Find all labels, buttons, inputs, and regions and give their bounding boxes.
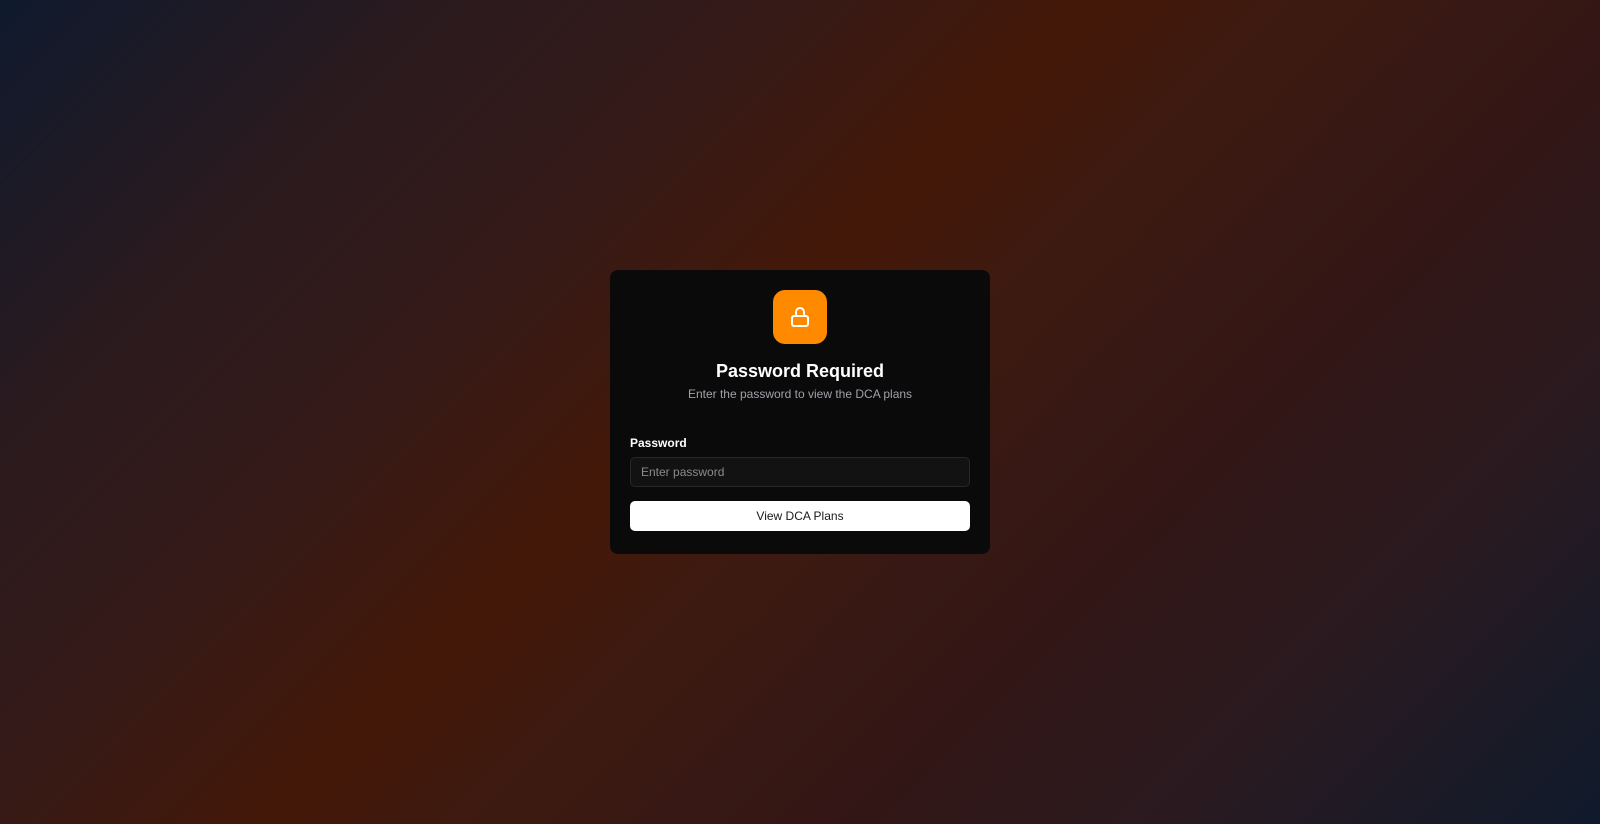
dialog-subtitle: Enter the password to view the DCA plans — [687, 387, 913, 401]
lock-icon — [791, 307, 809, 327]
password-input[interactable] — [630, 457, 970, 487]
password-form: Password View DCA Plans — [630, 436, 970, 531]
lock-badge — [773, 290, 827, 344]
view-dca-plans-button[interactable]: View DCA Plans — [630, 501, 970, 531]
password-label: Password — [630, 436, 687, 450]
password-card: Password Required Enter the password to … — [610, 270, 990, 554]
dialog-title: Password Required — [715, 361, 885, 381]
